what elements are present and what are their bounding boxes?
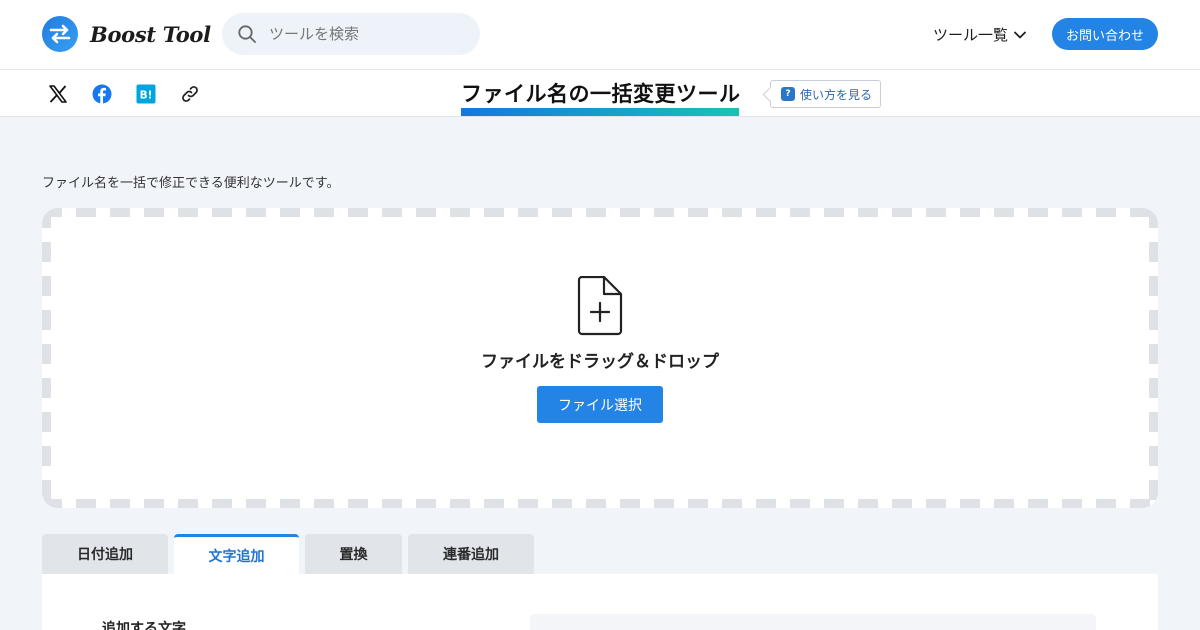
add-text-input[interactable] <box>530 614 1096 630</box>
file-dropzone[interactable]: ファイルをドラッグ＆ドロップ ファイル選択 <box>42 208 1158 508</box>
logo[interactable]: Boost Tool <box>42 16 211 52</box>
howto-button[interactable]: ? 使い方を見る <box>770 80 882 108</box>
contact-button[interactable]: お問い合わせ <box>1052 18 1158 50</box>
copy-link-icon[interactable] <box>179 83 201 105</box>
tab-serial-add[interactable]: 連番追加 <box>408 534 534 574</box>
x-share-icon[interactable] <box>47 83 69 105</box>
drop-label: ファイルをドラッグ＆ドロップ <box>481 352 719 372</box>
search-input[interactable] <box>269 25 459 43</box>
tab-panel: 追加する文字 <box>42 574 1158 630</box>
logo-text: Boost Tool <box>90 21 211 47</box>
hatena-bookmark-share-icon[interactable]: B! <box>135 83 157 105</box>
tab-date-add[interactable]: 日付追加 <box>42 534 168 574</box>
operation-tabs: 日付追加 文字追加 置換 連番追加 <box>42 534 540 574</box>
tool-subheader: B! ファイル名の一括変更ツール ? 使い方を見る <box>0 70 1200 117</box>
howto-label: 使い方を見る <box>800 87 873 102</box>
page-title-wrap: ファイル名の一括変更ツール <box>461 78 741 116</box>
tab-replace[interactable]: 置換 <box>305 534 402 574</box>
hatena-label: B! <box>140 90 153 102</box>
tool-list-menu[interactable]: ツール一覧 <box>933 24 1026 45</box>
file-select-button[interactable]: ファイル選択 <box>537 386 663 423</box>
logo-arrows-icon <box>42 16 78 52</box>
file-add-icon <box>577 276 623 336</box>
tool-description: ファイル名を一括で修正できる便利なツールです。 <box>42 176 340 191</box>
help-icon: ? <box>781 87 795 101</box>
page-title: ファイル名の一括変更ツール <box>461 82 741 106</box>
site-header: Boost Tool ツール一覧 お問い合わせ <box>0 0 1200 70</box>
search-box[interactable] <box>222 13 480 55</box>
facebook-share-icon[interactable] <box>91 83 113 105</box>
search-icon <box>238 25 256 43</box>
tool-list-label: ツール一覧 <box>933 26 1009 44</box>
tab-text-add[interactable]: 文字追加 <box>174 534 299 574</box>
title-underline <box>461 108 739 116</box>
chevron-down-icon <box>1014 31 1026 38</box>
add-text-label: 追加する文字 <box>102 621 186 630</box>
